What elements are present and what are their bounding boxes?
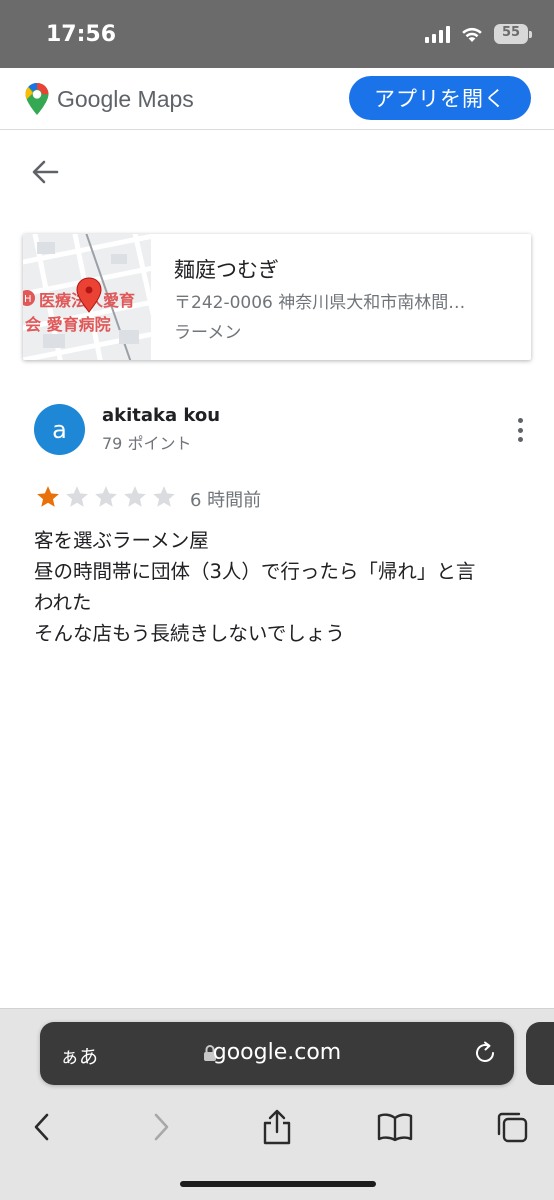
back-button[interactable] <box>28 155 62 189</box>
svg-text:H: H <box>24 294 32 305</box>
avatar[interactable]: a <box>34 404 85 455</box>
battery-level: 55 <box>501 25 521 40</box>
browser-toolbar: ぁあ google.com <box>0 1008 554 1200</box>
map-thumbnail[interactable]: H 医療法人愛育 会 愛育病院 <box>23 234 151 360</box>
more-options-button[interactable] <box>508 416 532 444</box>
arrow-left-icon <box>32 160 59 184</box>
reviewer-points: 79 ポイント <box>102 434 192 453</box>
star-icon <box>153 486 175 507</box>
star-icon <box>95 486 117 507</box>
wifi-icon <box>462 27 482 42</box>
review-time: 6 時間前 <box>190 490 262 511</box>
review-text-line: 客を選ぶラーメン屋 <box>34 529 209 552</box>
share-button[interactable] <box>257 1107 297 1147</box>
map-graphic: H 医療法人愛育 会 愛育病院 <box>23 234 151 360</box>
next-tab-preview[interactable] <box>526 1022 554 1085</box>
address-bar[interactable]: ぁあ google.com <box>40 1022 514 1085</box>
review-text-line: われた <box>34 591 92 614</box>
browser-back-button[interactable] <box>22 1107 62 1147</box>
signal-icon <box>425 25 450 43</box>
battery-icon: 55 <box>494 24 532 44</box>
google-maps-pin-icon <box>25 83 49 115</box>
share-icon <box>263 1109 291 1145</box>
review-text-line: 昼の時間帯に団体（3人）で行ったら「帰れ」と言 <box>34 560 476 583</box>
forward-icon <box>154 1113 169 1141</box>
status-time: 17:56 <box>46 22 117 47</box>
place-address: 〒242-0006 神奈川県大和市南林間… <box>174 293 466 313</box>
url-text[interactable]: google.com <box>40 1040 514 1065</box>
review-text-line: そんな店もう長続きしないでしょう <box>34 622 345 645</box>
star-icon <box>124 486 146 507</box>
back-icon <box>34 1113 49 1141</box>
tabs-icon <box>497 1112 528 1143</box>
brand-name: Google Maps <box>57 86 194 112</box>
place-category: ラーメン <box>174 323 242 343</box>
reviewer-name[interactable]: akitaka kou <box>102 405 220 426</box>
star-rating <box>34 484 178 510</box>
home-indicator <box>180 1181 376 1187</box>
bookmarks-button[interactable] <box>375 1107 415 1147</box>
browser-forward-button[interactable] <box>141 1107 181 1147</box>
star-icon <box>66 486 88 507</box>
open-app-button[interactable]: アプリを開く <box>349 76 531 120</box>
review-text: 客を選ぶラーメン屋 昼の時間帯に団体（3人）で行ったら「帰れ」と言 われた そん… <box>34 525 524 649</box>
map-label-line2: 会 愛育病院 <box>25 315 111 334</box>
page: 17:56 55 Google Maps アプリを開く H 会 愛育病院 麺庭つ… <box>0 0 554 1200</box>
bookmarks-icon <box>377 1113 413 1142</box>
place-card[interactable]: H 医療法人愛育 会 愛育病院 麺庭つむぎ 〒242-0006 神奈川県大和市南… <box>23 234 531 360</box>
maps-header: Google Maps アプリを開く <box>0 68 554 130</box>
reload-icon[interactable] <box>472 1040 498 1066</box>
status-bar: 17:56 55 <box>0 0 554 68</box>
star-icon <box>37 486 59 507</box>
place-name: 麺庭つむぎ <box>174 258 279 282</box>
tabs-button[interactable] <box>492 1107 532 1147</box>
status-icons: 55 <box>425 24 532 44</box>
